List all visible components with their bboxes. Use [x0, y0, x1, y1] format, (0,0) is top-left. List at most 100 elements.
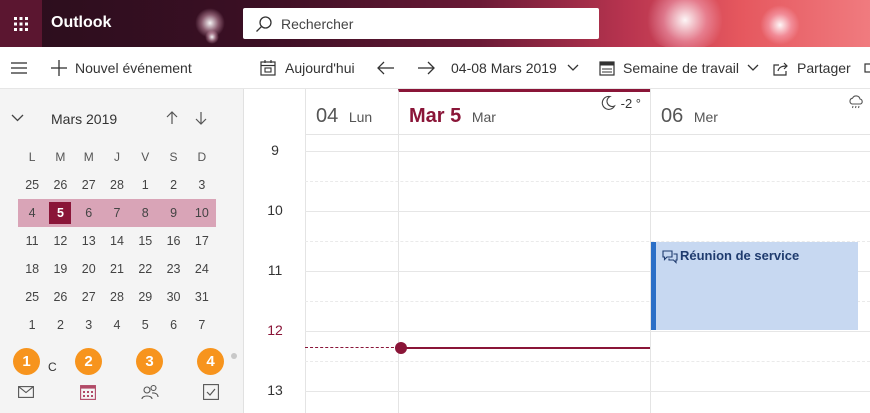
day-name: Mer	[693, 109, 718, 125]
hour-label: 10	[267, 202, 283, 218]
day-header-wednesday[interactable]: 06 Mer	[650, 89, 870, 135]
mini-calendar-day[interactable]: 21	[103, 255, 131, 283]
mini-calendar-day[interactable]: 20	[75, 255, 103, 283]
mini-calendar-day[interactable]: 28	[103, 283, 131, 311]
mini-calendar-day[interactable]: 18	[18, 255, 46, 283]
weekday-label: L	[28, 150, 36, 164]
mini-calendar-day[interactable]: 7	[103, 199, 131, 227]
mini-calendar-day[interactable]: 26	[46, 171, 74, 199]
people-icon[interactable]	[141, 384, 159, 400]
cloud-rain-icon[interactable]	[848, 95, 864, 109]
previous-month-arrow-icon[interactable]	[166, 111, 178, 125]
chevron-down-icon	[747, 64, 759, 71]
app-title[interactable]: Outlook	[51, 14, 111, 32]
mini-calendar-day[interactable]: 15	[131, 227, 159, 255]
day-number: 04	[316, 105, 339, 127]
mini-calendar-day[interactable]: 12	[46, 227, 74, 255]
callout-badge-3: 3	[136, 348, 163, 375]
mini-calendar-day[interactable]: 10	[188, 199, 216, 227]
view-label: Semaine de travail	[623, 60, 739, 76]
today-label: Aujourd'hui	[285, 60, 355, 76]
weekday-label: M	[83, 150, 94, 164]
collapse-chevron-icon[interactable]	[11, 114, 24, 122]
mini-calendar-day[interactable]: 5	[131, 311, 159, 339]
top-header-bar: Outlook	[0, 0, 870, 47]
mini-calendar-day[interactable]: 19	[46, 255, 74, 283]
mini-calendar-day[interactable]: 4	[18, 199, 46, 227]
mini-calendar-day[interactable]: 1	[18, 311, 46, 339]
search-input[interactable]	[281, 15, 581, 32]
mini-calendar-day[interactable]: 30	[159, 283, 187, 311]
weekday-header-row: L M M J V S D	[18, 143, 216, 171]
day-header-tuesday-today[interactable]: Mar 5 Mar -2 °	[398, 89, 650, 135]
next-week-button[interactable]	[417, 47, 435, 89]
mini-calendar-day[interactable]: 3	[75, 311, 103, 339]
view-selector[interactable]: Semaine de travail	[599, 47, 759, 89]
mini-calendar-header: Mars 2019	[0, 89, 244, 127]
calendar-event[interactable]: Réunion de service	[651, 242, 858, 330]
day-header-content: 06 Mer	[661, 105, 718, 128]
mini-calendar-day[interactable]: 7	[188, 311, 216, 339]
print-button[interactable]	[864, 47, 870, 89]
new-event-label: Nouvel événement	[75, 60, 192, 76]
share-button[interactable]: Partager	[773, 47, 851, 89]
mini-calendar-month-label[interactable]: Mars 2019	[51, 111, 117, 127]
weekday-label: D	[197, 150, 207, 164]
day-name: Mar	[471, 109, 496, 125]
calendar-icon[interactable]	[80, 384, 96, 400]
weather-widget[interactable]: -2 °	[600, 95, 641, 111]
mini-calendar-day[interactable]: 8	[131, 199, 159, 227]
mini-calendar-day[interactable]: 6	[159, 311, 187, 339]
current-time-line-dashed	[305, 347, 399, 348]
mini-calendar-day[interactable]: 31	[188, 283, 216, 311]
mini-calendar-day[interactable]: 25	[18, 171, 46, 199]
hour-gridline	[305, 211, 870, 212]
next-month-arrow-icon[interactable]	[195, 111, 207, 125]
today-button[interactable]: Aujourd'hui	[260, 47, 355, 89]
print-icon	[864, 63, 870, 73]
mini-calendar-day[interactable]: 28	[103, 171, 131, 199]
day-header-monday[interactable]: 04 Lun	[305, 89, 398, 135]
mini-calendar-day[interactable]: 25	[18, 283, 46, 311]
mini-calendar-day[interactable]: 27	[75, 171, 103, 199]
app-launcher-button[interactable]	[0, 0, 42, 47]
mini-calendar-week-row: 1 2 3 4 5 6 7	[18, 311, 216, 339]
calendar-week-view: 04 Lun Mar 5 Mar -2 ° 06 Mer 9 10 11 12 …	[245, 89, 870, 413]
mini-calendar-day[interactable]: 4	[103, 311, 131, 339]
event-title: Réunion de service	[680, 248, 800, 263]
today-marker: 5	[49, 202, 72, 224]
mini-calendar-day[interactable]: 6	[75, 199, 103, 227]
new-event-button[interactable]: Nouvel événement	[51, 47, 192, 89]
current-time-line	[399, 347, 650, 349]
tasks-checkbox-icon[interactable]	[203, 384, 219, 400]
mini-calendar-day[interactable]: 3	[188, 171, 216, 199]
column-divider	[398, 135, 399, 413]
mini-calendar-day[interactable]: 26	[46, 283, 74, 311]
mini-calendar-today[interactable]: 5	[46, 199, 74, 227]
chevron-down-icon	[567, 64, 579, 71]
mini-calendar-day[interactable]: 9	[159, 199, 187, 227]
search-box[interactable]	[243, 8, 599, 39]
hamburger-button[interactable]	[11, 47, 27, 89]
mini-calendar-day[interactable]: 1	[131, 171, 159, 199]
mail-icon[interactable]	[18, 386, 34, 398]
mini-calendar-day[interactable]: 27	[75, 283, 103, 311]
previous-week-button[interactable]	[377, 47, 395, 89]
mini-calendar-day[interactable]: 2	[46, 311, 74, 339]
mini-calendar-day[interactable]: 29	[131, 283, 159, 311]
mini-calendar-day[interactable]: 16	[159, 227, 187, 255]
mini-calendar-day[interactable]: 22	[131, 255, 159, 283]
mini-calendar-day[interactable]: 11	[18, 227, 46, 255]
day-header-content: 04 Lun	[316, 105, 372, 128]
mini-calendar-day[interactable]: 17	[188, 227, 216, 255]
mini-calendar-day[interactable]: 14	[103, 227, 131, 255]
mini-calendar-day[interactable]: 2	[159, 171, 187, 199]
mini-calendar-day[interactable]: 24	[188, 255, 216, 283]
date-range-picker[interactable]: 04-08 Mars 2019	[451, 47, 579, 89]
mini-calendar-day[interactable]: 23	[159, 255, 187, 283]
calendar-week-icon	[599, 60, 615, 76]
mini-calendar-day[interactable]: 13	[75, 227, 103, 255]
meeting-chat-icon	[662, 250, 678, 264]
scroll-indicator[interactable]	[231, 353, 237, 359]
mini-calendar-selected-week-row: 4 5 6 7 8 9 10	[18, 199, 216, 227]
